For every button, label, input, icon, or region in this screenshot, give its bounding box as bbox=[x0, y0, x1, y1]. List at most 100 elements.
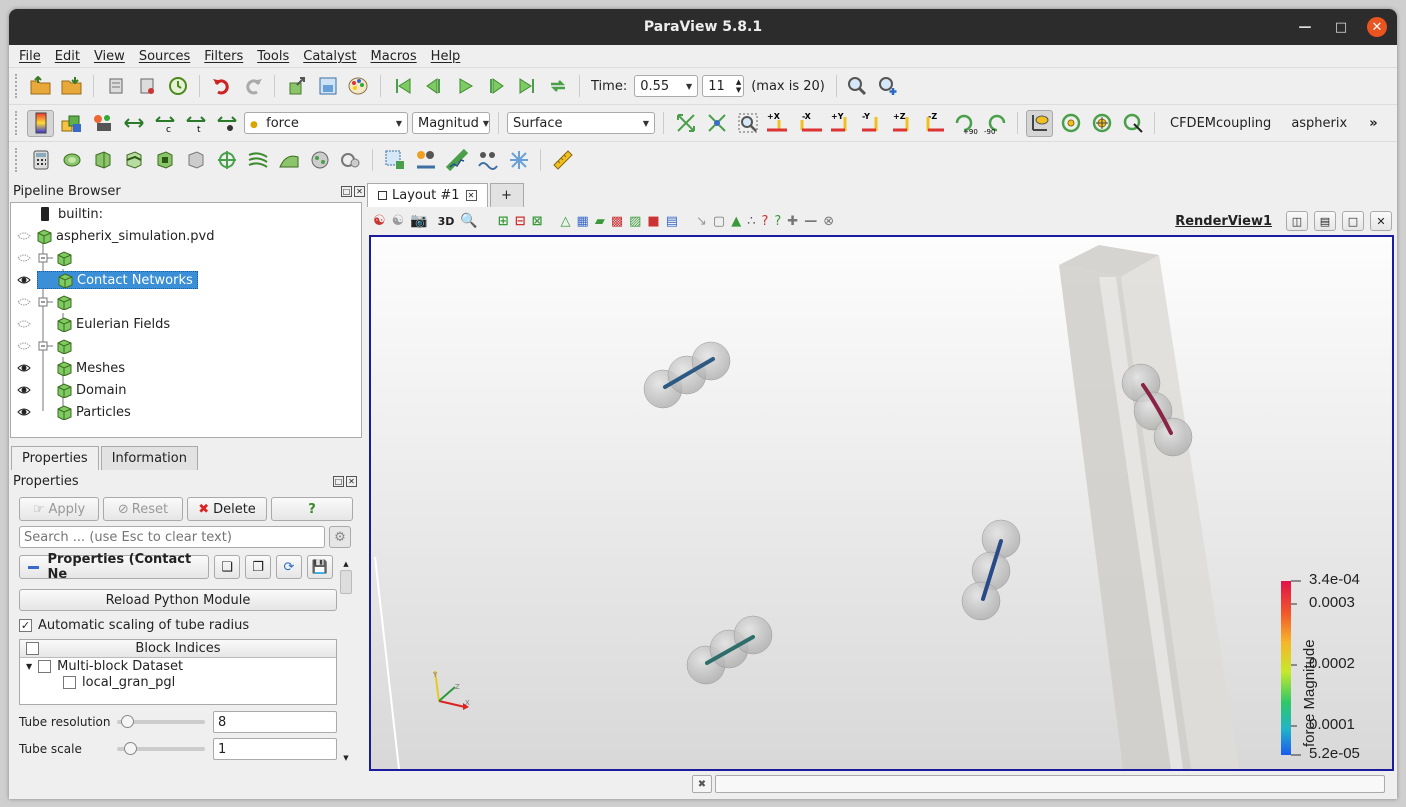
polygon-select-points-icon[interactable]: ▨ bbox=[629, 214, 641, 229]
menu-file[interactable]: File bbox=[19, 49, 41, 64]
rotate-plus-90-icon[interactable]: +90 bbox=[951, 110, 978, 137]
close-tab-icon[interactable]: ✕ bbox=[465, 190, 477, 201]
last-frame-icon[interactable] bbox=[513, 73, 540, 100]
center-rotation-icon[interactable] bbox=[1057, 110, 1084, 137]
extract-subset-icon[interactable] bbox=[182, 147, 209, 174]
palette-icon[interactable] bbox=[345, 73, 372, 100]
scroll-down-icon[interactable]: ▼ bbox=[340, 754, 352, 764]
menu-macros[interactable]: Macros bbox=[371, 49, 417, 64]
find-data-icon[interactable] bbox=[381, 147, 408, 174]
split-horizontal-icon[interactable]: ◫ bbox=[1286, 211, 1308, 231]
rescale-custom-icon[interactable] bbox=[89, 110, 116, 137]
extract-selection-icon[interactable] bbox=[505, 147, 532, 174]
progress-abort-icon[interactable]: ✖ bbox=[692, 775, 712, 793]
zoom-in-icon[interactable]: ✚ bbox=[787, 214, 798, 229]
menu-help[interactable]: Help bbox=[431, 49, 461, 64]
properties-section-toggle[interactable]: Properties (Contact Ne bbox=[19, 552, 209, 582]
view-plus-x-icon[interactable]: +X bbox=[765, 110, 792, 137]
extract-level-icon[interactable] bbox=[337, 147, 364, 174]
menu-catalyst[interactable]: Catalyst bbox=[303, 49, 356, 64]
previous-frame-icon[interactable] bbox=[420, 73, 447, 100]
camera-reset-icon[interactable] bbox=[283, 73, 310, 100]
eye-hidden-icon[interactable] bbox=[17, 231, 31, 241]
menu-sources[interactable]: Sources bbox=[139, 49, 190, 64]
undo-icon[interactable] bbox=[208, 73, 235, 100]
expand-arrow-icon[interactable]: ▼ bbox=[26, 662, 32, 671]
render-scene[interactable]: Y Z X bbox=[371, 237, 1392, 769]
scroll-up-icon[interactable]: ▲ bbox=[340, 560, 352, 570]
reset-closest-icon[interactable] bbox=[703, 110, 730, 137]
select-points-through-icon[interactable]: ▦ bbox=[577, 214, 589, 229]
eye-hidden-icon[interactable] bbox=[17, 297, 31, 307]
show-label-icon[interactable]: ? bbox=[774, 214, 781, 229]
plugin-aspherix-button[interactable]: aspherix bbox=[1288, 116, 1350, 131]
eye-hidden-icon[interactable] bbox=[17, 319, 31, 329]
group-datasets-icon[interactable] bbox=[306, 147, 333, 174]
color-map-editor-icon[interactable] bbox=[58, 110, 85, 137]
connect-icon[interactable] bbox=[102, 73, 129, 100]
pipeline-item-meshes[interactable]: Meshes bbox=[11, 357, 351, 379]
rescale-temporal-icon[interactable]: t bbox=[182, 110, 209, 137]
close-icon[interactable]: ✕ bbox=[346, 475, 357, 487]
select-cells-through-icon[interactable]: △ bbox=[561, 214, 571, 229]
menu-filters[interactable]: Filters bbox=[204, 49, 243, 64]
first-frame-icon[interactable] bbox=[389, 73, 416, 100]
camera-plus-icon[interactable] bbox=[876, 73, 903, 100]
pipeline-item-builtin[interactable]: builtin: bbox=[41, 203, 103, 225]
maximize-view-icon[interactable]: □ bbox=[1342, 211, 1364, 231]
linked-camera-icon[interactable]: ☯ bbox=[392, 213, 405, 229]
select-cells-on-icon[interactable]: ⊞ bbox=[498, 214, 509, 229]
eye-visible-icon[interactable] bbox=[17, 275, 31, 285]
eye-visible-icon[interactable] bbox=[17, 385, 31, 395]
toolbar-overflow-icon[interactable]: » bbox=[1366, 116, 1380, 131]
rotate-minus-90-icon[interactable]: -90 bbox=[982, 110, 1009, 137]
grow-selection-icon[interactable]: ▢ bbox=[713, 214, 725, 229]
reset-camera-icon[interactable] bbox=[672, 110, 699, 137]
hover-points-icon[interactable]: ▤ bbox=[666, 214, 678, 229]
float-icon[interactable]: □ bbox=[341, 185, 352, 197]
select-frustum-icon[interactable]: ⊠ bbox=[532, 214, 543, 229]
time-value-select[interactable]: 0.55 ▼ bbox=[634, 75, 699, 97]
close-view-icon[interactable]: ✕ bbox=[1370, 211, 1392, 231]
query-selection-icon[interactable] bbox=[412, 147, 439, 174]
zoom-to-box-icon[interactable] bbox=[734, 110, 761, 137]
component-select[interactable]: Magnitud ▼ bbox=[412, 112, 490, 134]
tube-resolution-input[interactable]: 8 bbox=[213, 711, 337, 733]
view-minus-x-icon[interactable]: -X bbox=[796, 110, 823, 137]
stream-tracer-icon[interactable] bbox=[244, 147, 271, 174]
next-frame-icon[interactable] bbox=[482, 73, 509, 100]
pipeline-item-group-meshes[interactable] bbox=[11, 335, 351, 357]
reset-session-icon[interactable]: ☯ bbox=[373, 213, 386, 229]
tube-resolution-slider[interactable] bbox=[117, 715, 205, 728]
close-icon[interactable]: ✕ bbox=[354, 185, 365, 197]
pipeline-item-eulerian-fields[interactable]: Eulerian Fields bbox=[11, 313, 351, 335]
search-input[interactable] bbox=[19, 526, 325, 548]
slice-icon[interactable] bbox=[120, 147, 147, 174]
ruler-icon[interactable] bbox=[549, 147, 576, 174]
refresh-icon[interactable]: ⟳ bbox=[276, 555, 302, 579]
toggle-colorbar-icon[interactable] bbox=[27, 109, 54, 137]
tube-scale-input[interactable]: 1 bbox=[213, 738, 337, 760]
split-vertical-icon[interactable]: ▤ bbox=[1314, 211, 1336, 231]
remove-selection-icon[interactable]: ⊗ bbox=[823, 214, 834, 229]
tab-properties[interactable]: Properties bbox=[11, 446, 99, 470]
pipeline-item-simulation[interactable]: aspherix_simulation.pvd bbox=[11, 225, 351, 247]
menu-edit[interactable]: Edit bbox=[55, 49, 80, 64]
time-inspector-icon[interactable] bbox=[845, 73, 872, 100]
copy-icon[interactable]: ❏ bbox=[214, 555, 240, 579]
rescale-data-range-icon[interactable] bbox=[120, 110, 147, 137]
contour-icon[interactable] bbox=[58, 147, 85, 174]
delete-button[interactable]: ✖ Delete bbox=[187, 497, 267, 521]
tab-layout-1[interactable]: Layout #1 ✕ bbox=[367, 183, 488, 207]
warp-vector-icon[interactable] bbox=[275, 147, 302, 174]
hover-cells-icon[interactable]: ↘ bbox=[696, 214, 707, 229]
minimize-icon[interactable]: — bbox=[1295, 17, 1315, 37]
menu-tools[interactable]: Tools bbox=[257, 49, 289, 64]
block-checkbox[interactable] bbox=[63, 675, 76, 689]
plugin-cfdem-button[interactable]: CFDEMcoupling bbox=[1167, 116, 1274, 131]
gear-icon[interactable]: ⚙ bbox=[329, 526, 351, 548]
slider-handle[interactable] bbox=[124, 742, 137, 755]
render-view[interactable]: Y Z X 3.4e-04 0.0003 0.0002 0.0001 5.2e-… bbox=[369, 235, 1394, 771]
toggle-3d-button[interactable]: 3D bbox=[438, 215, 455, 228]
add-layout-button[interactable]: + bbox=[489, 183, 524, 207]
